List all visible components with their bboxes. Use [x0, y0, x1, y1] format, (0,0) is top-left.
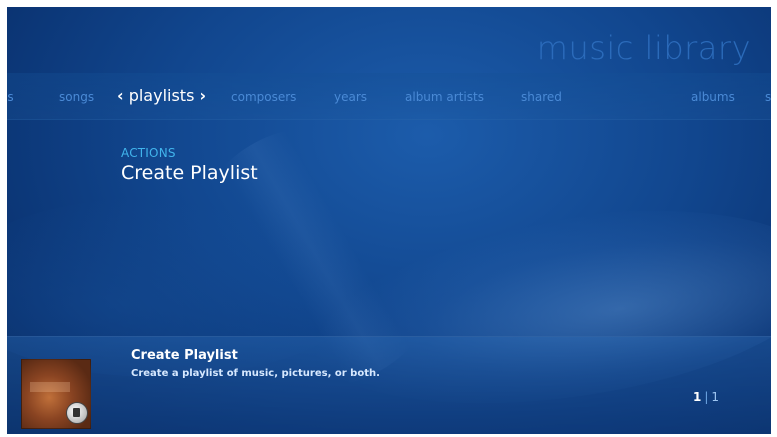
- nav-item-composers[interactable]: composers: [231, 90, 296, 104]
- playlist-badge-icon: [66, 402, 88, 424]
- nav-item-playlists-selected[interactable]: ‹ playlists ›: [117, 86, 206, 105]
- nav-item-songs[interactable]: songs: [59, 90, 94, 104]
- details-title: Create Playlist: [131, 348, 238, 363]
- create-playlist-item[interactable]: Create Playlist: [121, 162, 258, 184]
- page-current: 1: [692, 390, 702, 404]
- page-separator: |: [704, 390, 709, 404]
- screenshot-frame: music library es songs ‹ playlists › com…: [0, 0, 777, 437]
- media-center-screen: music library es songs ‹ playlists › com…: [7, 7, 771, 434]
- page-title: music library: [536, 29, 751, 67]
- details-description: Create a playlist of music, pictures, or…: [131, 368, 380, 379]
- chevron-left-icon[interactable]: ‹: [117, 86, 124, 105]
- nav-item-album-artists[interactable]: album artists: [405, 90, 484, 104]
- nav-selected-label: playlists: [128, 86, 195, 105]
- page-indicator: 1 | 1: [693, 390, 719, 404]
- details-panel: [7, 336, 771, 434]
- nav-item-partial-left[interactable]: es: [7, 90, 14, 104]
- section-heading: ACTIONS: [121, 146, 176, 160]
- album-art-thumbnail: [21, 359, 91, 429]
- nav-item-albums[interactable]: albums: [691, 90, 735, 104]
- nav-item-shared[interactable]: shared: [521, 90, 562, 104]
- nav-item-years[interactable]: years: [334, 90, 367, 104]
- page-total: 1: [711, 390, 719, 404]
- nav-item-partial-right[interactable]: s: [765, 90, 771, 104]
- chevron-right-icon[interactable]: ›: [200, 86, 207, 105]
